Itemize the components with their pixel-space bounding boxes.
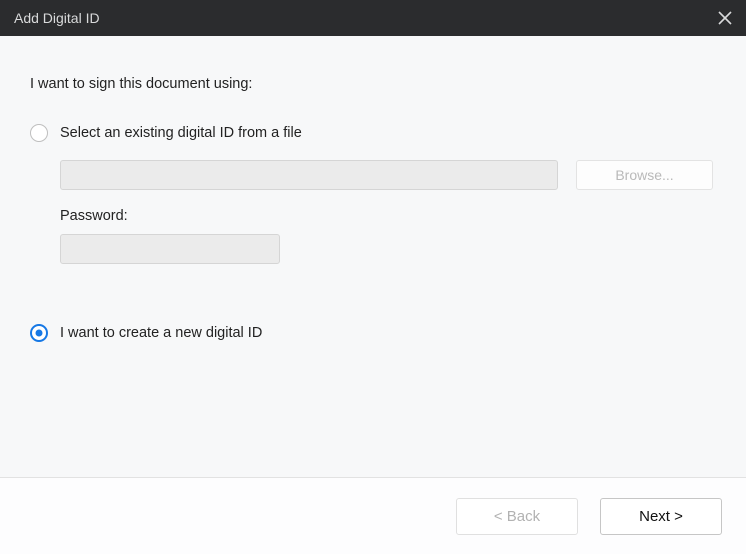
titlebar: Add Digital ID <box>0 0 746 36</box>
next-button[interactable]: Next > <box>600 498 722 535</box>
dialog-content: I want to sign this document using: Sele… <box>0 36 746 342</box>
prompt-heading: I want to sign this document using: <box>30 76 716 92</box>
existing-id-fields: Browse... Password: <box>60 160 716 264</box>
option-existing-id-label: Select an existing digital ID from a fil… <box>60 125 302 141</box>
password-input[interactable] <box>60 234 280 264</box>
close-icon[interactable] <box>718 11 732 25</box>
window-title: Add Digital ID <box>14 10 100 26</box>
password-label: Password: <box>60 208 716 224</box>
radio-existing-id[interactable] <box>30 124 48 142</box>
file-path-row: Browse... <box>60 160 716 190</box>
option-create-id[interactable]: I want to create a new digital ID <box>30 324 716 342</box>
file-path-input[interactable] <box>60 160 558 190</box>
back-button[interactable]: < Back <box>456 498 578 535</box>
option-create-id-label: I want to create a new digital ID <box>60 325 262 341</box>
browse-button[interactable]: Browse... <box>576 160 713 190</box>
footer: < Back Next > <box>0 478 746 554</box>
radio-create-id[interactable] <box>30 324 48 342</box>
option-existing-id[interactable]: Select an existing digital ID from a fil… <box>30 124 716 142</box>
